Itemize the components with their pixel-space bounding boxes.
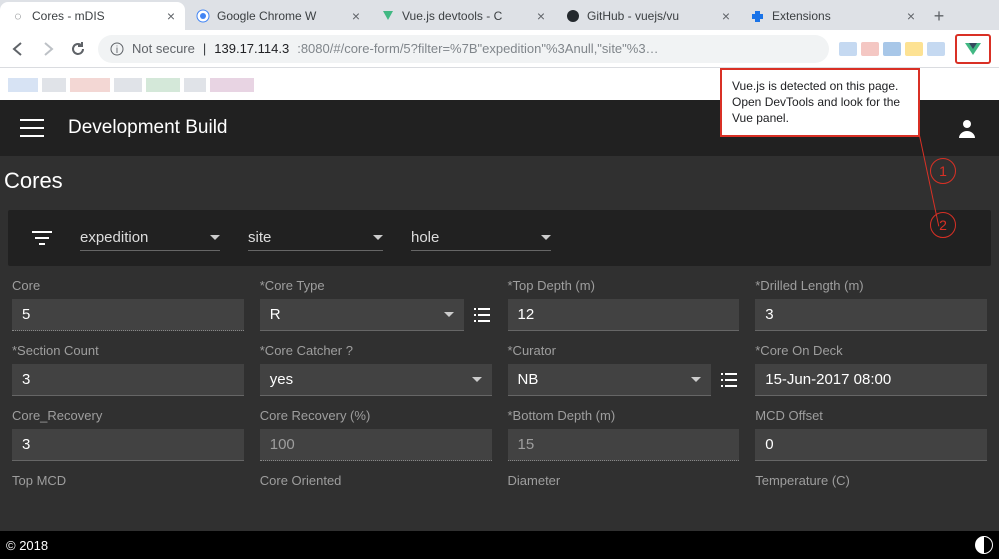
filter-bar: expedition site hole [8, 210, 991, 266]
ext-icon[interactable] [905, 42, 923, 56]
vue-logo-icon [965, 43, 981, 55]
github-icon [565, 8, 581, 24]
copyright: © 2018 [6, 538, 48, 553]
chevron-down-icon [373, 235, 383, 240]
app-footer: © 2018 [0, 531, 999, 559]
tab-title: Google Chrome W [217, 9, 346, 23]
favicon-generic: ◌ [10, 8, 26, 24]
browser-tabstrip: ◌ Cores - mDIS × Google Chrome W × Vue.j… [0, 0, 999, 30]
field-top-depth: *Top Depth (m) [508, 278, 740, 331]
extension-icon [750, 8, 766, 24]
annotation-circle-2: 2 [930, 212, 956, 238]
back-button[interactable] [8, 39, 28, 59]
contrast-toggle-icon[interactable] [975, 536, 993, 554]
field-core-catcher: *Core Catcher ?yes [260, 343, 492, 396]
info-icon: i [110, 42, 124, 56]
user-icon[interactable] [955, 116, 979, 140]
filter-expedition[interactable]: expedition [80, 225, 220, 251]
chrome-icon [195, 8, 211, 24]
bottom-depth-input [508, 429, 740, 461]
ext-icon[interactable] [883, 42, 901, 56]
field-temperature: Temperature (C) [755, 473, 987, 494]
tab-cores[interactable]: ◌ Cores - mDIS × [0, 2, 185, 30]
field-core-recovery: Core_Recovery [12, 408, 244, 461]
core-recovery-pct-input [260, 429, 492, 461]
field-core-on-deck: *Core On Deck [755, 343, 987, 396]
tooltip-text: Vue.js is detected on this page. Open De… [732, 79, 900, 125]
tab-github[interactable]: GitHub - vuejs/vu × [555, 2, 740, 30]
close-icon[interactable]: × [537, 8, 545, 24]
close-icon[interactable]: × [722, 8, 730, 24]
close-icon[interactable]: × [167, 8, 175, 24]
field-core-oriented: Core Oriented [260, 473, 492, 494]
field-bottom-depth: *Bottom Depth (m) [508, 408, 740, 461]
url-path: :8080/#/core-form/5?filter=%7B"expeditio… [297, 41, 658, 56]
tab-title: GitHub - vuejs/vu [587, 9, 716, 23]
list-icon[interactable] [472, 307, 492, 323]
field-drilled-length: *Drilled Length (m) [755, 278, 987, 331]
field-section-count: *Section Count [12, 343, 244, 396]
address-bar: i Not secure | 139.17.114.3:8080/#/core-… [0, 30, 999, 68]
tab-chrome-webstore[interactable]: Google Chrome W × [185, 2, 370, 30]
chevron-down-icon [541, 235, 551, 240]
svg-text:i: i [116, 45, 118, 56]
close-icon[interactable]: × [907, 8, 915, 24]
core-on-deck-input[interactable] [755, 364, 987, 396]
drilled-length-input[interactable] [755, 299, 987, 331]
menu-icon[interactable] [20, 119, 44, 137]
chevron-down-icon [472, 377, 482, 382]
ext-icon[interactable] [927, 42, 945, 56]
top-depth-input[interactable] [508, 299, 740, 331]
annotation-circle-1: 1 [930, 158, 956, 184]
vue-icon [380, 8, 396, 24]
core-type-select[interactable]: R [260, 299, 464, 331]
tab-extensions[interactable]: Extensions × [740, 2, 925, 30]
field-core-recovery-pct: Core Recovery (%) [260, 408, 492, 461]
close-icon[interactable]: × [352, 8, 360, 24]
reload-button[interactable] [68, 39, 88, 59]
mcd-offset-input[interactable] [755, 429, 987, 461]
field-top-mcd: Top MCD [12, 473, 244, 494]
tab-vue-devtools[interactable]: Vue.js devtools - C × [370, 2, 555, 30]
security-label: Not secure [132, 41, 195, 56]
extension-icons [839, 42, 945, 56]
list-icon[interactable] [719, 372, 739, 388]
core-form: Core *Core Type R *Top Depth (m) *Drille… [0, 274, 999, 498]
chevron-down-icon [444, 312, 454, 317]
chevron-down-icon [210, 235, 220, 240]
new-tab-button[interactable]: + [925, 2, 953, 30]
core-recovery-input[interactable] [12, 429, 244, 461]
section-count-input[interactable] [12, 364, 244, 396]
forward-button[interactable] [38, 39, 58, 59]
ext-icon[interactable] [861, 42, 879, 56]
vue-devtools-extension[interactable] [955, 34, 991, 64]
curator-select[interactable]: NB [508, 364, 712, 396]
tab-title: Vue.js devtools - C [402, 9, 531, 23]
field-curator: *Curator NB [508, 343, 740, 396]
chevron-down-icon [691, 377, 701, 382]
field-diameter: Diameter [508, 473, 740, 494]
field-core-type: *Core Type R [260, 278, 492, 331]
page-title: Cores [0, 156, 999, 202]
ext-icon[interactable] [839, 42, 857, 56]
core-input[interactable] [12, 299, 244, 331]
vue-detected-tooltip: Vue.js is detected on this page. Open De… [720, 68, 920, 137]
app-root: Development Build Cores expedition site … [0, 100, 999, 559]
tab-title: Extensions [772, 9, 901, 23]
filter-hole[interactable]: hole [411, 225, 551, 251]
url-host: 139.17.114.3 [214, 41, 289, 56]
field-mcd-offset: MCD Offset [755, 408, 987, 461]
tab-title: Cores - mDIS [32, 9, 161, 23]
filter-icon[interactable] [32, 230, 52, 246]
filter-site[interactable]: site [248, 225, 383, 251]
field-core: Core [12, 278, 244, 331]
url-input[interactable]: i Not secure | 139.17.114.3:8080/#/core-… [98, 35, 829, 63]
core-catcher-select[interactable]: yes [260, 364, 492, 396]
